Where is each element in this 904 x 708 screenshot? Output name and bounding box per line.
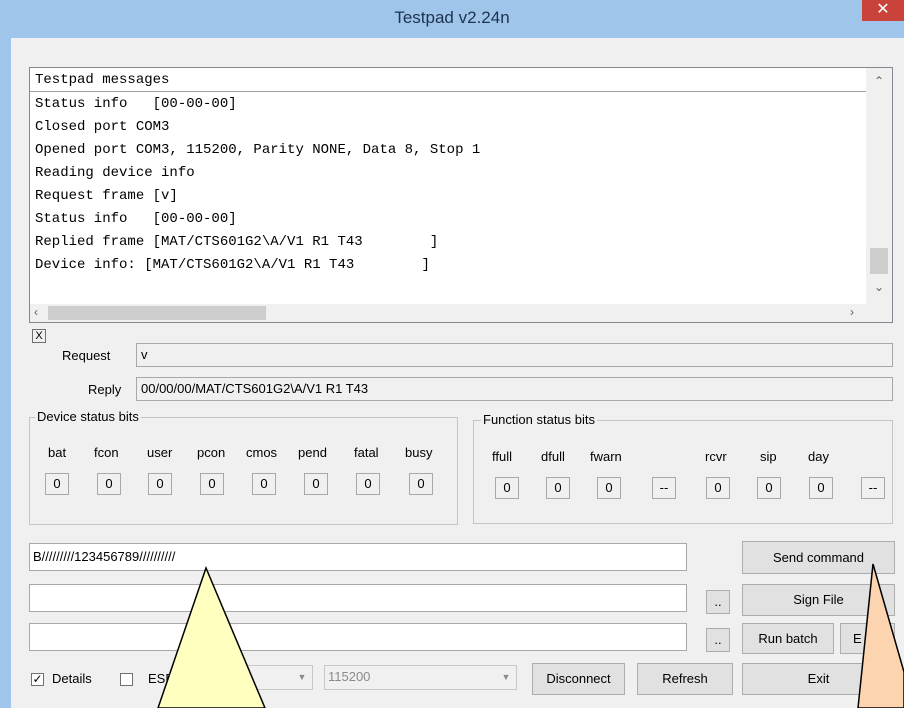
device-bit-label: cmos	[246, 445, 278, 460]
device-bit-label: pend	[298, 445, 327, 460]
function-bit-value: 0	[597, 477, 621, 499]
function-bit-value: --	[861, 477, 885, 499]
clear-request-button[interactable]: X	[32, 329, 46, 343]
function-status-legend: Function status bits	[481, 412, 597, 427]
device-bit-value: 0	[200, 473, 224, 495]
device-bit-value: 0	[148, 473, 172, 495]
message-line: Status info [00-00-00]	[35, 211, 237, 227]
details-label: Details	[52, 671, 92, 686]
device-bit-value: 0	[97, 473, 121, 495]
function-bit-label: day	[808, 449, 829, 464]
horizontal-scrollbar[interactable]: ‹ ›	[30, 304, 866, 322]
message-line: Device info: [MAT/CTS601G2\A/V1 R1 T43 ]	[35, 257, 430, 273]
close-button[interactable]: ✕	[862, 0, 904, 21]
scroll-up-icon[interactable]: ⌃	[874, 74, 884, 88]
device-status-legend: Device status bits	[35, 409, 141, 424]
sign-file-browse-button[interactable]: ..	[706, 590, 730, 614]
send-command-button[interactable]: Send command	[742, 541, 895, 574]
message-line: Request frame [v]	[35, 188, 178, 204]
function-bit-value: --	[652, 477, 676, 499]
chevron-down-icon[interactable]: ▼	[497, 667, 515, 687]
port-combo[interactable]: 0 ▼	[196, 665, 313, 690]
baud-combo-value: 115200	[328, 669, 371, 684]
messages-panel[interactable]: Testpad messages Status info [00-00-00] …	[29, 67, 893, 323]
function-bit-label: dfull	[541, 449, 565, 464]
disconnect-button[interactable]: Disconnect	[532, 663, 625, 695]
device-bit-value: 0	[304, 473, 328, 495]
vertical-scrollbar[interactable]: ⌃ ⌄	[866, 68, 892, 304]
batch-path-input[interactable]	[29, 623, 687, 651]
sign-file-button[interactable]: Sign File	[742, 584, 895, 616]
function-bit-value: 0	[809, 477, 833, 499]
message-line: Reading device info	[35, 165, 195, 181]
device-bit-value: 0	[356, 473, 380, 495]
device-bit-label: fatal	[354, 445, 379, 460]
reply-label: Reply	[88, 382, 122, 397]
command-input[interactable]: B/////////123456789//////////	[29, 543, 687, 571]
device-bit-value: 0	[252, 473, 276, 495]
function-bit-label: sip	[760, 449, 777, 464]
run-batch-button[interactable]: Run batch	[742, 623, 834, 654]
window-title: Testpad v2.24n	[394, 8, 510, 27]
device-bit-value: 0	[45, 473, 69, 495]
device-status-group	[29, 417, 458, 525]
chevron-down-icon[interactable]: ▼	[293, 667, 311, 687]
message-line: Status info [00-00-00]	[35, 96, 237, 112]
function-bit-value: 0	[546, 477, 570, 499]
batch-extra-button[interactable]: E	[840, 623, 895, 654]
function-bit-label: fwarn	[590, 449, 622, 464]
horizontal-scroll-thumb[interactable]	[48, 306, 266, 320]
reply-field: 00/00/00/MAT/CTS601G2\A/V1 R1 T43	[136, 377, 893, 401]
sign-file-path-input[interactable]	[29, 584, 687, 612]
vertical-scroll-thumb[interactable]	[870, 248, 888, 274]
exit-button[interactable]: Exit	[742, 663, 895, 695]
request-label: Request	[62, 348, 111, 363]
function-bit-value: 0	[706, 477, 730, 499]
function-bit-value: 0	[495, 477, 519, 499]
function-status-group	[473, 420, 893, 524]
refresh-button[interactable]: Refresh	[637, 663, 733, 695]
message-line: Replied frame [MAT/CTS601G2\A/V1 R1 T43 …	[35, 234, 439, 250]
batch-browse-button[interactable]: ..	[706, 628, 730, 652]
scroll-right-icon[interactable]: ›	[850, 305, 854, 319]
title-bar: Testpad v2.24n ✕	[0, 0, 904, 38]
function-bit-value: 0	[757, 477, 781, 499]
device-bit-label: fcon	[94, 445, 119, 460]
scrollbar-corner	[866, 304, 892, 322]
device-bit-label: user	[147, 445, 173, 460]
request-field: v	[136, 343, 893, 367]
device-bit-label: pcon	[197, 445, 226, 460]
baud-combo[interactable]: 115200 ▼	[324, 665, 517, 690]
esd-label: ESD	[148, 671, 175, 686]
message-line: Closed port COM3	[35, 119, 170, 135]
scroll-left-icon[interactable]: ‹	[34, 305, 38, 319]
device-bit-label: busy	[405, 445, 433, 460]
details-checkbox[interactable]: ✓	[31, 673, 44, 686]
messages-header-divider	[30, 91, 866, 92]
messages-header: Testpad messages	[35, 72, 170, 88]
device-bit-value: 0	[409, 473, 433, 495]
function-bit-label: rcvr	[705, 449, 727, 464]
port-combo-value: 0	[200, 669, 208, 684]
esd-checkbox[interactable]	[120, 673, 133, 686]
message-line: Opened port COM3, 115200, Parity NONE, D…	[35, 142, 481, 158]
device-bit-label: bat	[48, 445, 67, 460]
scroll-down-icon[interactable]: ⌄	[874, 280, 884, 294]
function-bit-label: ffull	[492, 449, 512, 464]
